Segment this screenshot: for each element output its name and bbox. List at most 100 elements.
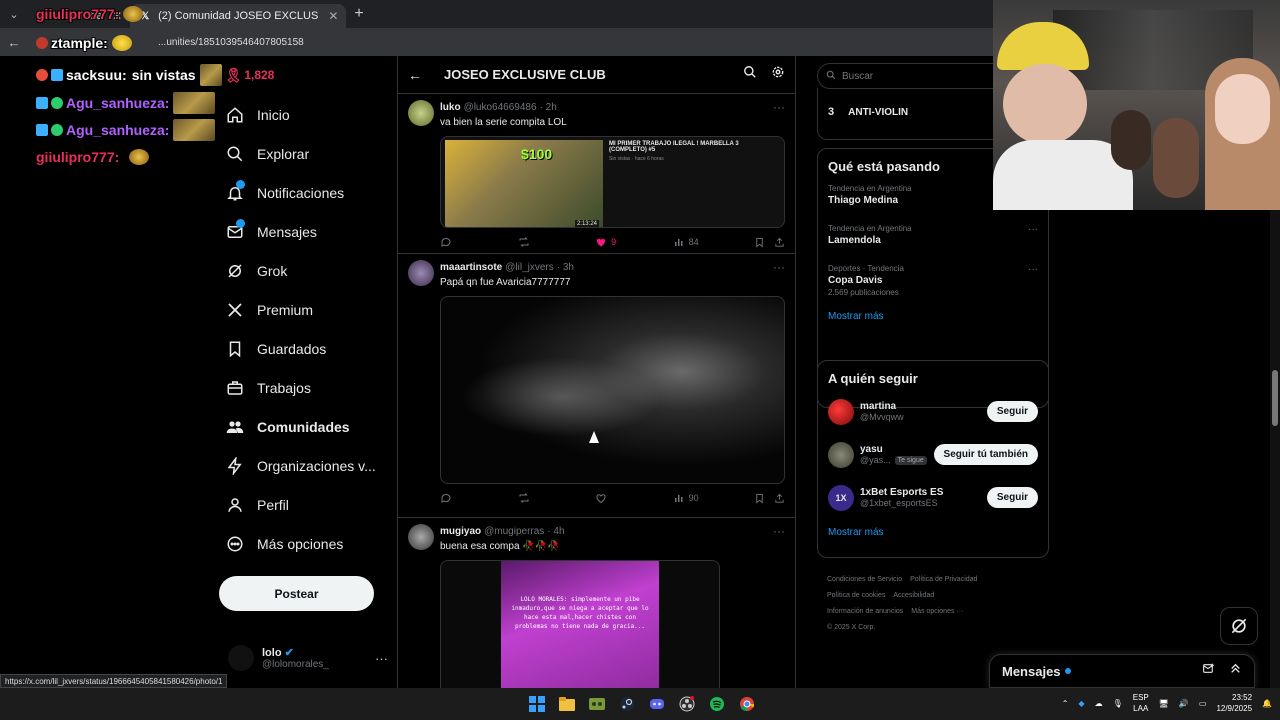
tweet-time[interactable]: · 2h bbox=[540, 102, 557, 113]
battery-icon[interactable]: ▭ bbox=[1199, 699, 1207, 708]
follow-suggestion[interactable]: yasu @yas... Te sigue Seguir tú también bbox=[818, 433, 1048, 476]
chat-line: Agu_sanhueza: bbox=[36, 119, 216, 141]
follow-suggestion[interactable]: 1X 1xBet Esports ES @1xbet_esportsES Seg… bbox=[818, 476, 1048, 519]
compose-message-icon[interactable] bbox=[1202, 662, 1215, 680]
more-dots-icon[interactable]: ··· bbox=[1028, 264, 1038, 275]
show-more-follows-link[interactable]: Mostrar más bbox=[818, 519, 1048, 548]
tweet-time[interactable]: · 4h bbox=[547, 526, 564, 537]
scrollbar-thumb[interactable] bbox=[1272, 370, 1278, 426]
follow-button[interactable]: Seguir bbox=[986, 401, 1038, 422]
sidebar-item-guardados[interactable]: Guardados bbox=[219, 329, 399, 368]
tweet-image[interactable]: LOLO MORALES: simplemente un pibe inmadu… bbox=[440, 560, 720, 688]
tweet-author[interactable]: mugiyao bbox=[440, 526, 481, 537]
share-icon[interactable] bbox=[774, 237, 785, 248]
footer-link[interactable]: Accesibilidad bbox=[893, 592, 934, 599]
rank-item[interactable]: 3 ANTI-VIOLIN bbox=[828, 106, 908, 118]
more-dots-icon[interactable]: ··· bbox=[773, 260, 785, 274]
like-button[interactable]: 9 bbox=[595, 236, 673, 248]
avatar[interactable] bbox=[828, 441, 854, 468]
account-switcher[interactable]: lolo ✔ @lolomorales_ ··· bbox=[228, 642, 388, 674]
sidebar-item-perfil[interactable]: Perfil bbox=[219, 485, 399, 524]
chrome-icon[interactable] bbox=[737, 692, 757, 716]
like-button[interactable] bbox=[595, 492, 673, 504]
sidebar-item-organizaciones[interactable]: Organizaciones v... bbox=[219, 446, 399, 485]
volume-icon[interactable]: 🔊 bbox=[1179, 699, 1189, 708]
views-button[interactable]: 90 bbox=[673, 492, 755, 504]
video-card[interactable]: $100 2:13:24 MI PRIMER TRABAJO ILEGAL ! … bbox=[440, 136, 785, 228]
back-arrow-icon[interactable]: ← bbox=[408, 67, 422, 83]
microphone-icon[interactable]: 🎙 bbox=[1113, 699, 1123, 708]
follow-suggestion[interactable]: martina @Mvvqww Seguir bbox=[818, 390, 1048, 433]
tweet-author[interactable]: maaartinsote bbox=[440, 262, 502, 273]
tweet-image[interactable] bbox=[440, 296, 785, 484]
sidebar-item-premium[interactable]: Premium bbox=[219, 290, 399, 329]
tweet-time[interactable]: · 3h bbox=[557, 262, 574, 273]
search-icon[interactable] bbox=[743, 65, 757, 84]
sidebar-item-comunidades[interactable]: Comunidades bbox=[219, 407, 399, 446]
show-more-trends-link[interactable]: Mostrar más bbox=[818, 303, 1048, 332]
security-icon[interactable]: ◆ bbox=[1078, 699, 1084, 708]
notification-bell-icon[interactable]: 🔔 bbox=[1262, 699, 1272, 708]
bookmark-icon[interactable] bbox=[754, 493, 774, 504]
tweet-handle[interactable]: @mugiperras bbox=[484, 526, 544, 537]
windows-start-icon[interactable] bbox=[527, 692, 547, 716]
more-dots-icon[interactable]: ··· bbox=[375, 651, 388, 666]
more-dots-icon[interactable]: ··· bbox=[773, 524, 785, 538]
avatar[interactable] bbox=[408, 260, 434, 286]
language-indicator[interactable]: ESP LAA bbox=[1133, 692, 1149, 714]
network-icon[interactable]: 🖥 bbox=[1159, 699, 1169, 708]
more-dots-icon[interactable]: ··· bbox=[773, 100, 785, 114]
avatar[interactable] bbox=[408, 100, 434, 126]
reply-button[interactable] bbox=[440, 492, 518, 504]
grok-floating-button[interactable] bbox=[1220, 607, 1258, 645]
share-icon[interactable] bbox=[774, 493, 785, 504]
tweet[interactable]: luko @luko64669486 · 2h ··· va bien la s… bbox=[398, 94, 795, 254]
file-explorer-icon[interactable] bbox=[557, 692, 577, 716]
webcam-overlay bbox=[993, 0, 1280, 210]
footer-link[interactable]: Política de cookies bbox=[827, 592, 885, 599]
repost-button[interactable] bbox=[518, 492, 596, 504]
chevron-up-icon[interactable]: ⌃ bbox=[1062, 699, 1069, 708]
tweet[interactable]: maaartinsote @lil_jxvers · 3h ··· Papá q… bbox=[398, 254, 795, 518]
messages-drawer[interactable]: Mensajes bbox=[989, 654, 1255, 688]
sidebar-item-grok[interactable]: Grok bbox=[219, 251, 399, 290]
close-icon[interactable]: ✕ bbox=[328, 9, 338, 23]
follow-button[interactable]: Seguir bbox=[986, 487, 1038, 508]
footer-link[interactable]: Política de Privacidad bbox=[910, 576, 977, 583]
obs-icon[interactable] bbox=[677, 692, 697, 716]
game-app-icon[interactable] bbox=[587, 692, 607, 716]
steam-icon[interactable] bbox=[617, 692, 637, 716]
tweet-author[interactable]: luko bbox=[440, 102, 461, 113]
sidebar-item-trabajos[interactable]: Trabajos bbox=[219, 368, 399, 407]
trend-item[interactable]: Deportes · Tendencia Copa Davis 2.569 pu… bbox=[818, 258, 1048, 303]
footer-link[interactable]: Información de anuncios bbox=[827, 608, 903, 615]
discord-icon[interactable] bbox=[647, 692, 667, 716]
bookmark-icon[interactable] bbox=[754, 237, 774, 248]
sidebar-item-mensajes[interactable]: Mensajes bbox=[219, 212, 399, 251]
footer-link[interactable]: Condiciones de Servicio bbox=[827, 576, 902, 583]
post-button[interactable]: Postear bbox=[219, 576, 374, 611]
tweet-handle[interactable]: @luko64669486 bbox=[464, 102, 537, 113]
cloud-icon[interactable]: ☁ bbox=[1095, 699, 1103, 708]
more-dots-icon[interactable]: ··· bbox=[1028, 224, 1038, 235]
page-scrollbar[interactable] bbox=[1270, 210, 1280, 688]
footer-link[interactable]: Más opciones ··· bbox=[911, 608, 963, 615]
avatar[interactable] bbox=[408, 524, 434, 550]
1xbet-logo-icon[interactable]: 1X bbox=[828, 484, 854, 511]
new-tab-icon[interactable]: + bbox=[354, 5, 363, 23]
views-button[interactable]: 84 bbox=[673, 236, 755, 248]
tweet[interactable]: mugiyao @mugiperras · 4h ··· buena esa c… bbox=[398, 518, 795, 688]
clock-date: 12/9/2025 bbox=[1216, 704, 1253, 713]
avatar[interactable] bbox=[828, 398, 854, 425]
trend-item[interactable]: Tendencia en Argentina Lamendola ··· bbox=[818, 218, 1048, 252]
sidebar-item-mas-opciones[interactable]: Más opciones bbox=[219, 524, 399, 563]
reply-button[interactable] bbox=[440, 236, 518, 248]
tweet-header: mugiyao @mugiperras · 4h ··· bbox=[440, 518, 785, 538]
tweet-handle[interactable]: @lil_jxvers bbox=[505, 262, 554, 273]
follow-back-button[interactable]: Seguir tú también bbox=[933, 444, 1038, 465]
chevron-up-icon[interactable] bbox=[1229, 662, 1242, 680]
gear-icon[interactable] bbox=[771, 65, 785, 84]
clock[interactable]: 23:52 12/9/2025 bbox=[1216, 692, 1252, 714]
repost-button[interactable] bbox=[518, 236, 596, 248]
spotify-icon[interactable] bbox=[707, 692, 727, 716]
